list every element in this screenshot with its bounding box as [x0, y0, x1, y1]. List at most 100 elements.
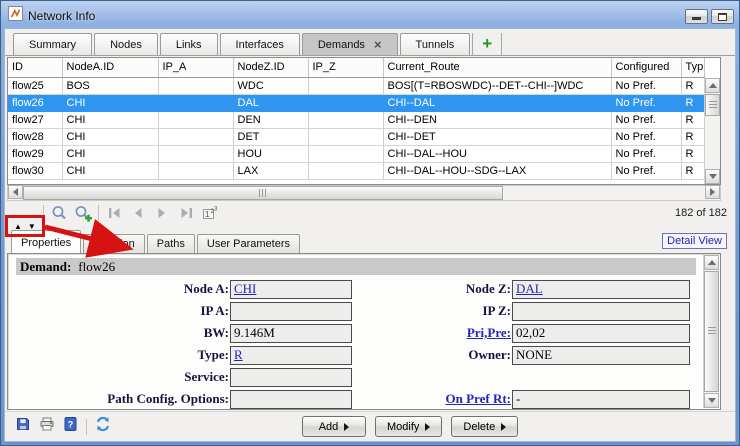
node-z-label: Node Z: — [352, 281, 512, 297]
demand-header-value: flow26 — [78, 259, 115, 275]
tab-nodes[interactable]: Nodes — [94, 33, 158, 55]
scroll-thumb[interactable] — [705, 94, 720, 116]
minimize-icon — [692, 17, 701, 20]
close-tab-icon[interactable]: × — [374, 40, 382, 50]
on-pref-rt-label-link[interactable]: On Pref Rt: — [352, 391, 512, 407]
ip-z-field[interactable] — [512, 302, 690, 321]
maximize-icon — [718, 13, 727, 21]
scroll-right-button[interactable] — [705, 185, 720, 199]
table-vertical-scrollbar[interactable] — [704, 78, 720, 184]
help-button[interactable]: ? — [63, 416, 78, 437]
last-record-button[interactable] — [177, 204, 195, 222]
node-z-field[interactable]: DAL — [512, 280, 690, 299]
tab-summary[interactable]: Summary — [13, 33, 92, 55]
app-icon — [8, 6, 23, 26]
properties-vertical-scrollbar[interactable] — [703, 255, 719, 408]
first-record-button[interactable] — [105, 204, 123, 222]
col-header-nodez[interactable]: NodeZ.ID — [233, 58, 308, 77]
type-field[interactable]: R — [230, 346, 352, 365]
demands-table: ID NodeA.ID IP_A NodeZ.ID IP_Z Current_R… — [7, 57, 721, 185]
goto-record-button[interactable]: 123 — [201, 204, 219, 222]
maximize-button[interactable] — [711, 9, 734, 24]
footer-bar: ? Add Modify Delete — [5, 411, 735, 441]
col-header-ipz[interactable]: IP_Z — [308, 58, 383, 77]
col-header-route[interactable]: Current_Route — [383, 58, 611, 77]
refresh-button[interactable] — [95, 416, 111, 437]
col-header-id[interactable]: ID — [8, 58, 62, 77]
demand-header-label: Demand: — [20, 259, 71, 275]
table-row[interactable]: flow25BOSWDCBOS[(T=RBOSWDC)--DET--CHI--]… — [8, 77, 704, 94]
zoom-add-button[interactable] — [74, 204, 92, 222]
menu-arrow-icon — [425, 423, 430, 431]
delete-button[interactable]: Delete — [451, 416, 518, 437]
add-button[interactable]: Add — [302, 416, 366, 437]
save-button[interactable] — [15, 416, 31, 437]
subtab-paths[interactable]: Paths — [147, 234, 195, 254]
add-tab-button[interactable]: + — [472, 33, 502, 55]
window-body: Summary Nodes Links Interfaces Demands× … — [4, 28, 736, 442]
tab-links[interactable]: Links — [160, 33, 218, 55]
modify-button[interactable]: Modify — [375, 416, 442, 437]
zoom-button[interactable] — [50, 204, 68, 222]
record-count: 182 of 182 — [675, 207, 727, 219]
type-link[interactable]: R — [234, 347, 243, 363]
table-horizontal-scrollbar[interactable] — [7, 185, 721, 201]
network-info-window: Network Info Summary Nodes Links Interfa… — [0, 0, 740, 446]
magnifier-icon — [51, 205, 68, 221]
owner-field[interactable]: NONE — [512, 346, 690, 365]
bw-field[interactable]: 9.146M — [230, 324, 352, 343]
path-config-options-field[interactable] — [230, 390, 352, 409]
previous-record-button[interactable] — [129, 204, 147, 222]
node-z-link[interactable]: DAL — [516, 281, 543, 297]
scroll-thumb[interactable] — [704, 271, 719, 392]
scroll-thumb[interactable] — [23, 186, 503, 200]
on-pref-rt-field[interactable]: - — [512, 390, 690, 409]
detail-view-link[interactable]: Detail View — [662, 233, 727, 249]
scroll-up-button[interactable] — [704, 255, 719, 270]
scroll-up-button[interactable] — [705, 78, 720, 93]
ip-a-label: IP A: — [8, 303, 230, 319]
goto-record-icon: 123 — [202, 205, 219, 221]
tab-demands[interactable]: Demands× — [302, 33, 398, 55]
subtab-location[interactable]: Location — [83, 234, 145, 254]
path-config-options-label: Path Config. Options: — [8, 391, 230, 407]
col-header-nodea[interactable]: NodeA.ID — [62, 58, 158, 77]
svg-text:3: 3 — [214, 207, 218, 213]
table-row[interactable]: flow27CHIDENCHI--DENNo Pref.R — [8, 111, 704, 128]
printer-icon — [39, 416, 55, 432]
print-button[interactable] — [39, 416, 55, 437]
tab-interfaces[interactable]: Interfaces — [220, 33, 300, 55]
minimize-button[interactable] — [685, 9, 708, 24]
col-header-type[interactable]: Typ — [681, 58, 704, 77]
record-toolbar: 123 182 of 182 — [7, 202, 733, 224]
bw-label: BW: — [8, 325, 230, 341]
pri-pre-label-link[interactable]: Pri,Pre: — [352, 325, 512, 341]
pri-pre-field[interactable]: 02,02 — [512, 324, 690, 343]
previous-record-icon — [133, 207, 143, 219]
save-icon — [15, 416, 31, 432]
tab-tunnels[interactable]: Tunnels — [400, 33, 471, 55]
next-record-button[interactable] — [153, 204, 171, 222]
col-header-configured[interactable]: Configured — [611, 58, 681, 77]
arrow-left-icon — [13, 188, 18, 196]
table-row-selected[interactable]: flow26CHIDALCHI--DALNo Pref.R — [8, 94, 704, 111]
scroll-left-button[interactable] — [8, 185, 23, 199]
node-a-field[interactable]: CHI — [230, 280, 352, 299]
scroll-down-button[interactable] — [704, 393, 719, 408]
main-tab-bar: Summary Nodes Links Interfaces Demands× … — [5, 29, 735, 56]
subtab-user-parameters[interactable]: User Parameters — [197, 234, 300, 254]
arrow-right-icon — [710, 188, 715, 196]
arrow-up-icon — [709, 83, 717, 88]
window-title: Network Info — [28, 9, 682, 23]
ip-a-field[interactable] — [230, 302, 352, 321]
col-header-ipa[interactable]: IP_A — [158, 58, 233, 77]
node-a-link[interactable]: CHI — [234, 281, 256, 297]
subtab-properties[interactable]: Properties — [11, 230, 81, 254]
detail-tab-bar: Properties Location Paths User Parameter… — [7, 230, 302, 254]
table-row[interactable]: flow28CHIDETCHI--DETNo Pref.R — [8, 128, 704, 145]
service-field[interactable] — [230, 368, 352, 387]
table-row[interactable]: flow30CHILAXCHI--DAL--HOU--SDG--LAXNo Pr… — [8, 162, 704, 179]
scroll-down-button[interactable] — [705, 169, 720, 184]
table-row[interactable]: flow29CHIHOUCHI--DAL--HOUNo Pref.R — [8, 145, 704, 162]
demand-header: Demand: flow26 — [16, 258, 696, 275]
